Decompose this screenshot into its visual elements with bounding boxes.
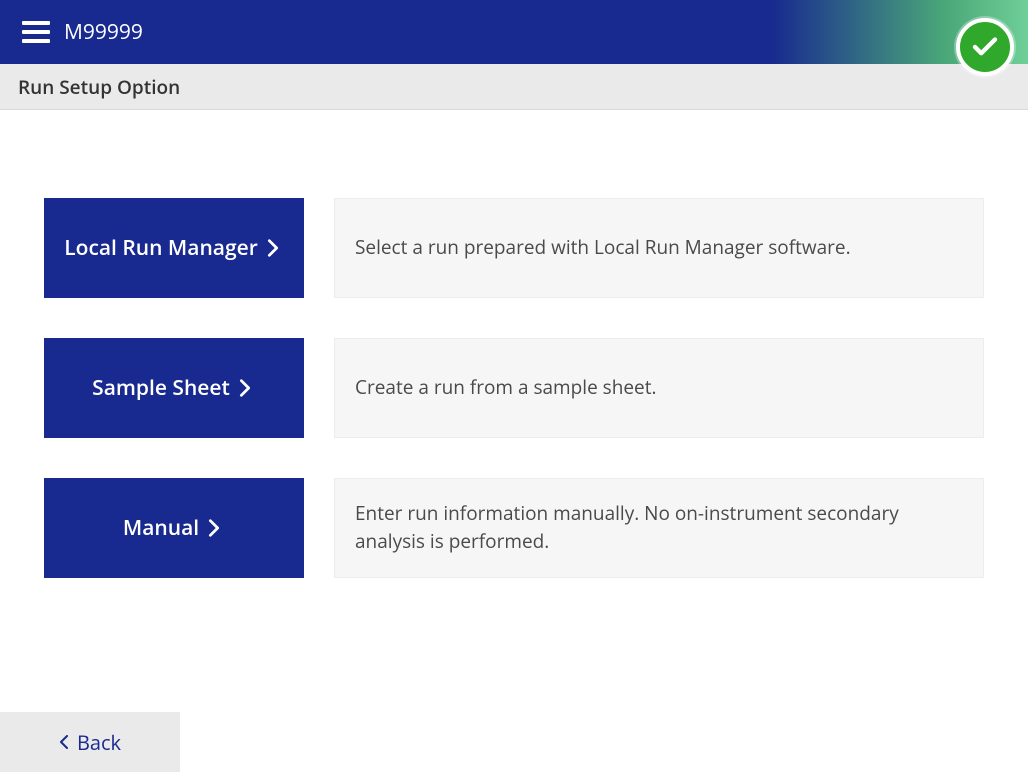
option-button-label: Sample Sheet <box>92 374 230 402</box>
check-icon <box>970 32 1000 62</box>
option-button-label: Manual <box>123 514 199 542</box>
menu-icon[interactable] <box>22 21 50 43</box>
local-run-manager-button[interactable]: Local Run Manager <box>44 198 304 298</box>
content-area: Local Run Manager Select a run prepared … <box>0 110 1028 578</box>
page-subheader: Run Setup Option <box>0 64 1028 110</box>
option-row: Sample Sheet Create a run from a sample … <box>44 338 984 438</box>
chevron-right-icon <box>234 377 256 399</box>
option-description: Enter run information manually. No on-in… <box>334 478 984 578</box>
back-button[interactable]: Back <box>0 712 180 772</box>
page-title: Run Setup Option <box>18 74 180 100</box>
chevron-right-icon <box>203 517 225 539</box>
chevron-right-icon <box>262 237 284 259</box>
instrument-id: M99999 <box>64 18 143 46</box>
sample-sheet-button[interactable]: Sample Sheet <box>44 338 304 438</box>
back-label: Back <box>77 729 121 756</box>
chevron-left-icon <box>59 735 69 749</box>
option-row: Manual Enter run information manually. N… <box>44 478 984 578</box>
option-row: Local Run Manager Select a run prepared … <box>44 198 984 298</box>
app-header: M99999 <box>0 0 1028 64</box>
manual-button[interactable]: Manual <box>44 478 304 578</box>
option-button-label: Local Run Manager <box>64 234 258 262</box>
status-badge[interactable] <box>956 18 1014 76</box>
option-description: Create a run from a sample sheet. <box>334 338 984 438</box>
option-description: Select a run prepared with Local Run Man… <box>334 198 984 298</box>
